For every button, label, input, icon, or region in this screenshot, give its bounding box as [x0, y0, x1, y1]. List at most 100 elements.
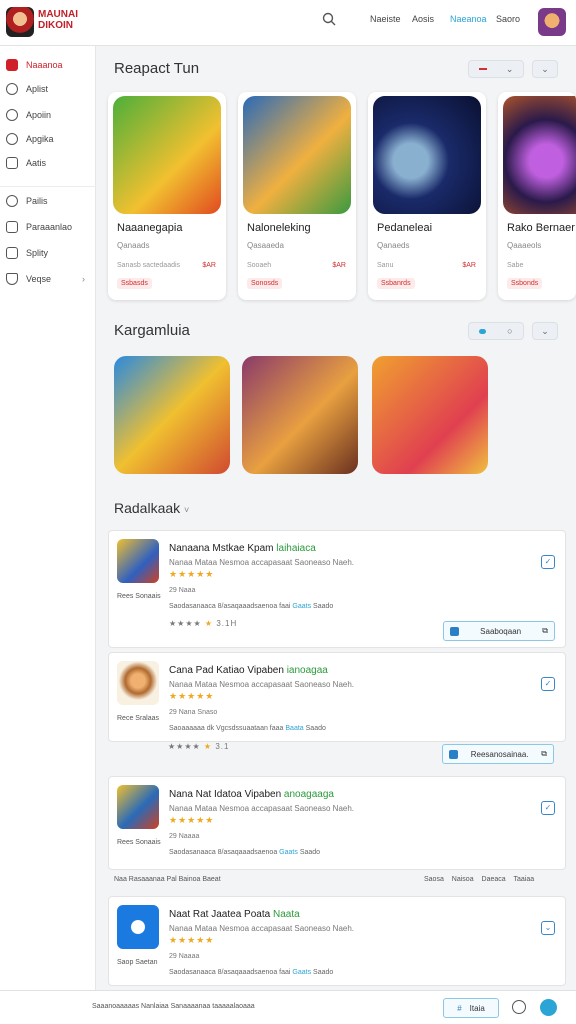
chat-icon[interactable] [540, 999, 557, 1016]
sidebar-item-3[interactable]: Apoiin [6, 107, 51, 123]
item-title[interactable]: Cana Pad Katiao Vipaben ianoagaa [169, 665, 328, 676]
game-art [243, 96, 351, 214]
star-rating: ★★★★★ [169, 935, 215, 945]
sidebar-item-home[interactable]: Naaanoa [6, 57, 63, 73]
dropdown-button[interactable]: ⌄ [532, 322, 558, 340]
sidebar-item-label: Apoiin [26, 110, 52, 120]
hash-icon: # [457, 1003, 462, 1013]
list-item[interactable]: Rece Sralaas Cana Pad Katiao Vipaben ian… [108, 652, 566, 742]
book-icon [6, 247, 18, 259]
game-card[interactable]: Pedaneleai Qanaeds Sanu $AR Ssbanrds [368, 92, 486, 300]
nav-link-4[interactable]: Saoro [496, 14, 520, 24]
detail-link[interactable]: Gaats [292, 603, 311, 610]
game-tile[interactable] [114, 356, 230, 474]
detail-link[interactable]: Gaats [292, 969, 311, 976]
publisher: Rees Sonaais [117, 839, 161, 846]
nav-link-1[interactable]: Naeiste [370, 14, 401, 24]
item-title-text: Naat Rat Jaatea Poata [169, 909, 271, 920]
game-tag: Ssbanrds [377, 278, 415, 289]
game-card[interactable]: Naloneleking Qasaaeda Sooaeh $AR Sonosds [238, 92, 356, 300]
bottom-action-label: Itaia [469, 1003, 485, 1013]
sidebar-item-label: Aatis [26, 158, 47, 168]
chevron-right-icon[interactable]: › [82, 274, 85, 284]
sidebar-item-label: Apgika [26, 134, 54, 144]
section-title-text: Radalkaak [114, 500, 181, 516]
rating-value: 3.1 [215, 742, 230, 751]
sidebar-item-4[interactable]: Apgika [6, 131, 54, 147]
brand-name[interactable]: MAUNAI DIKOIN [38, 9, 78, 31]
action-button[interactable]: Reesanosainaa. ⧉ [442, 744, 554, 764]
plus-icon [6, 83, 18, 95]
refresh-icon[interactable] [512, 1000, 526, 1014]
game-card[interactable]: Naaanegapia Qanaads Sanasb sactedaadis $… [108, 92, 226, 300]
detail-text: Saoaaaaaa dk Vgcsdssuaataan faaa [169, 725, 284, 732]
game-tile[interactable] [242, 356, 358, 474]
game-subtitle: Qanaeds [377, 241, 410, 250]
game-art [503, 96, 576, 214]
sidebar-item-2[interactable]: Aplist [6, 81, 48, 97]
game-price: $AR [332, 262, 346, 269]
item-title[interactable]: Nana Nat Idatoa Vipaben anoagaaga [169, 789, 334, 800]
game-tile[interactable] [372, 356, 488, 474]
item-price: 29 Naaa [169, 587, 196, 594]
calendar-icon [6, 221, 18, 233]
item-title[interactable]: Naat Rat Jaatea Poata Naata [169, 909, 300, 920]
game-thumbnail [117, 905, 159, 949]
item-detail: Saodasanaaca 8/asaqaaadsaenoa Gaats Saad… [169, 849, 320, 856]
item-price: 29 Naaaa [169, 833, 200, 840]
action-button-label: Reesanosainaa. [470, 749, 529, 759]
nav-link-2[interactable]: Aosis [412, 14, 434, 24]
section-controls[interactable]: ○ [468, 322, 524, 340]
checkbox[interactable]: ✓ [541, 801, 555, 815]
section-controls[interactable]: ⌄ [468, 60, 524, 78]
item-title-accent: laihaiaca [276, 543, 316, 554]
sidebar-item-9[interactable]: Veqse [6, 271, 51, 287]
game-card[interactable]: Rako Bernaer Qaaaeols Sabe Ssbonds [498, 92, 576, 300]
item-title-accent: anoagaaga [283, 789, 334, 800]
nav-link-3-active[interactable]: Naeanoa [450, 14, 487, 24]
detail-text: Saodasanaaca 8/asaqaaadsaenoa faai [169, 603, 291, 610]
game-tag: Sonosds [247, 278, 283, 289]
item-description: Nanaa Mataa Nesmoa accapasaat Saoneaso N… [169, 804, 355, 813]
dropdown-button[interactable]: ⌄ [532, 60, 558, 78]
bottom-bar: Saaanoaaaaas Nanlaiaa Sanaaaanaa taaaaal… [0, 990, 576, 1024]
chevron-down-icon: ⌄ [541, 63, 549, 74]
list-item[interactable]: Rees Sonaais Nanaana Mstkae Kpam laihaia… [108, 530, 566, 648]
bottom-action-button[interactable]: # Itaia [443, 998, 499, 1018]
item-price: 29 Nana Snaso [169, 709, 218, 716]
sidebar-item-6[interactable]: Pailis [6, 193, 48, 209]
section-title-list[interactable]: Radalkaak ˅ [114, 500, 189, 516]
checkbox[interactable]: ✓ [541, 555, 555, 569]
filter-icon: ⌄ [505, 63, 514, 74]
circle-icon: ○ [507, 326, 513, 336]
list-item[interactable]: Rees Sonaais Nana Nat Idatoa Vipaben ano… [108, 776, 566, 870]
sidebar-item-label: Naaanoa [26, 60, 63, 70]
list-item[interactable]: Saop Saetan Naat Rat Jaatea Poata Naata … [108, 896, 566, 986]
item-title[interactable]: Nanaana Mstkae Kpam laihaiaca [169, 543, 316, 554]
chevron-down-icon: ˅ [184, 505, 190, 515]
detail-link[interactable]: Baata [285, 725, 303, 732]
item-description: Nanaa Mataa Nesmoa accapasaat Saoneaso N… [169, 924, 355, 933]
item-description: Nanaa Mataa Nesmoa accapasaat Saoneaso N… [169, 680, 355, 689]
game-meta: Sabe [507, 262, 524, 269]
section-title-featured: Reapact Tun [114, 60, 200, 77]
game-art [373, 96, 481, 214]
logo-icon[interactable] [6, 7, 34, 37]
item-detail: Saoaaaaaa dk Vgcsdssuaataan faaa Baata S… [169, 725, 326, 732]
avatar[interactable] [538, 8, 566, 36]
sidebar-item-8[interactable]: Splity [6, 245, 48, 261]
search-icon[interactable] [322, 12, 338, 28]
game-price: $AR [462, 262, 476, 269]
action-button[interactable]: Saaboqaan ⧉ [443, 621, 555, 641]
circle-icon [6, 109, 18, 121]
checkbox[interactable]: ✓ [541, 677, 555, 691]
detail-link[interactable]: Gaats [279, 849, 298, 856]
sidebar-item-5[interactable]: Aatis [6, 155, 46, 171]
chevron-down-icon: ⌄ [541, 325, 549, 336]
list-footer-links[interactable]: Saosa Naisoa Daeaca Taaiaa [424, 876, 534, 883]
sidebar-item-7[interactable]: Paraaanlao [6, 219, 72, 235]
detail-text: Saodasanaaca 8/asaqaaadsaenoa [169, 849, 278, 856]
detail-text: Saodasanaaca 8/asaqaaadsaenoa faai [169, 969, 291, 976]
brand-line-2: DIKOIN [38, 20, 73, 31]
chevron-down-icon[interactable]: ⌄ [541, 921, 555, 935]
